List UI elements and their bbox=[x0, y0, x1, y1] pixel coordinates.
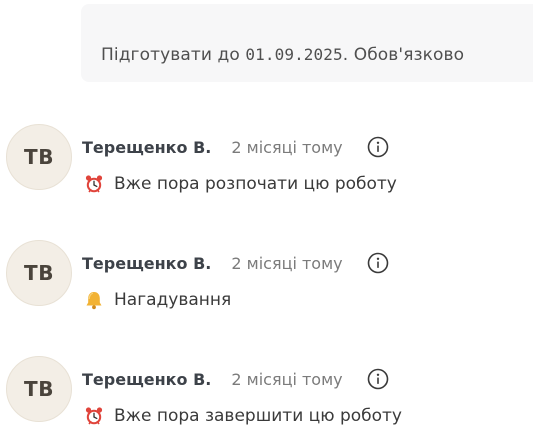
comment-time: 2 місяці тому bbox=[231, 137, 343, 157]
info-icon[interactable] bbox=[367, 368, 389, 390]
comment-time: 2 місяці тому bbox=[231, 369, 343, 389]
comment-author[interactable]: Терещенко В. bbox=[82, 254, 211, 273]
task-note: Підготувати до 01.09.2025. Обов'язково bbox=[81, 4, 533, 82]
comment-message: Вже пора розпочати цю роботу bbox=[114, 174, 397, 194]
comment-message: Вже пора завершити цю роботу bbox=[114, 406, 402, 426]
bell-icon bbox=[86, 292, 102, 310]
avatar[interactable]: ТВ bbox=[6, 356, 72, 422]
alarm-clock-icon bbox=[85, 407, 103, 425]
task-note-suffix: . Обов'язково bbox=[342, 45, 465, 65]
comment-body: Вже пора завершити цю роботу bbox=[84, 406, 402, 426]
avatar[interactable]: ТВ bbox=[6, 240, 72, 306]
comment-body: Вже пора розпочати цю роботу bbox=[84, 174, 397, 194]
comment-header: Терещенко В. 2 місяці тому bbox=[82, 252, 389, 274]
alarm-clock-icon bbox=[85, 175, 103, 193]
comments-page: Підготувати до 01.09.2025. Обов'язково Т… bbox=[0, 0, 533, 446]
comment-header: Терещенко В. 2 місяці тому bbox=[82, 368, 389, 390]
comment-item: ТВ Терещенко В. 2 місяці тому Вже пора з bbox=[0, 356, 533, 442]
info-icon[interactable] bbox=[367, 252, 389, 274]
comment-author[interactable]: Терещенко В. bbox=[82, 138, 211, 157]
task-note-prefix: Підготувати до bbox=[101, 45, 246, 65]
comment-item: ТВ Терещенко В. 2 місяці тому Вже пора р bbox=[0, 124, 533, 210]
comment-header: Терещенко В. 2 місяці тому bbox=[82, 136, 389, 158]
comment-author[interactable]: Терещенко В. bbox=[82, 370, 211, 389]
comment-message: Нагадування bbox=[114, 290, 232, 310]
comment-body: Нагадування bbox=[84, 290, 231, 310]
comment-time: 2 місяці тому bbox=[231, 253, 343, 273]
comment-item: ТВ Терещенко В. 2 місяці тому Нагадуванн… bbox=[0, 240, 533, 326]
info-icon[interactable] bbox=[367, 136, 389, 158]
task-note-date: 01.09.2025 bbox=[245, 45, 343, 64]
avatar[interactable]: ТВ bbox=[6, 124, 72, 190]
